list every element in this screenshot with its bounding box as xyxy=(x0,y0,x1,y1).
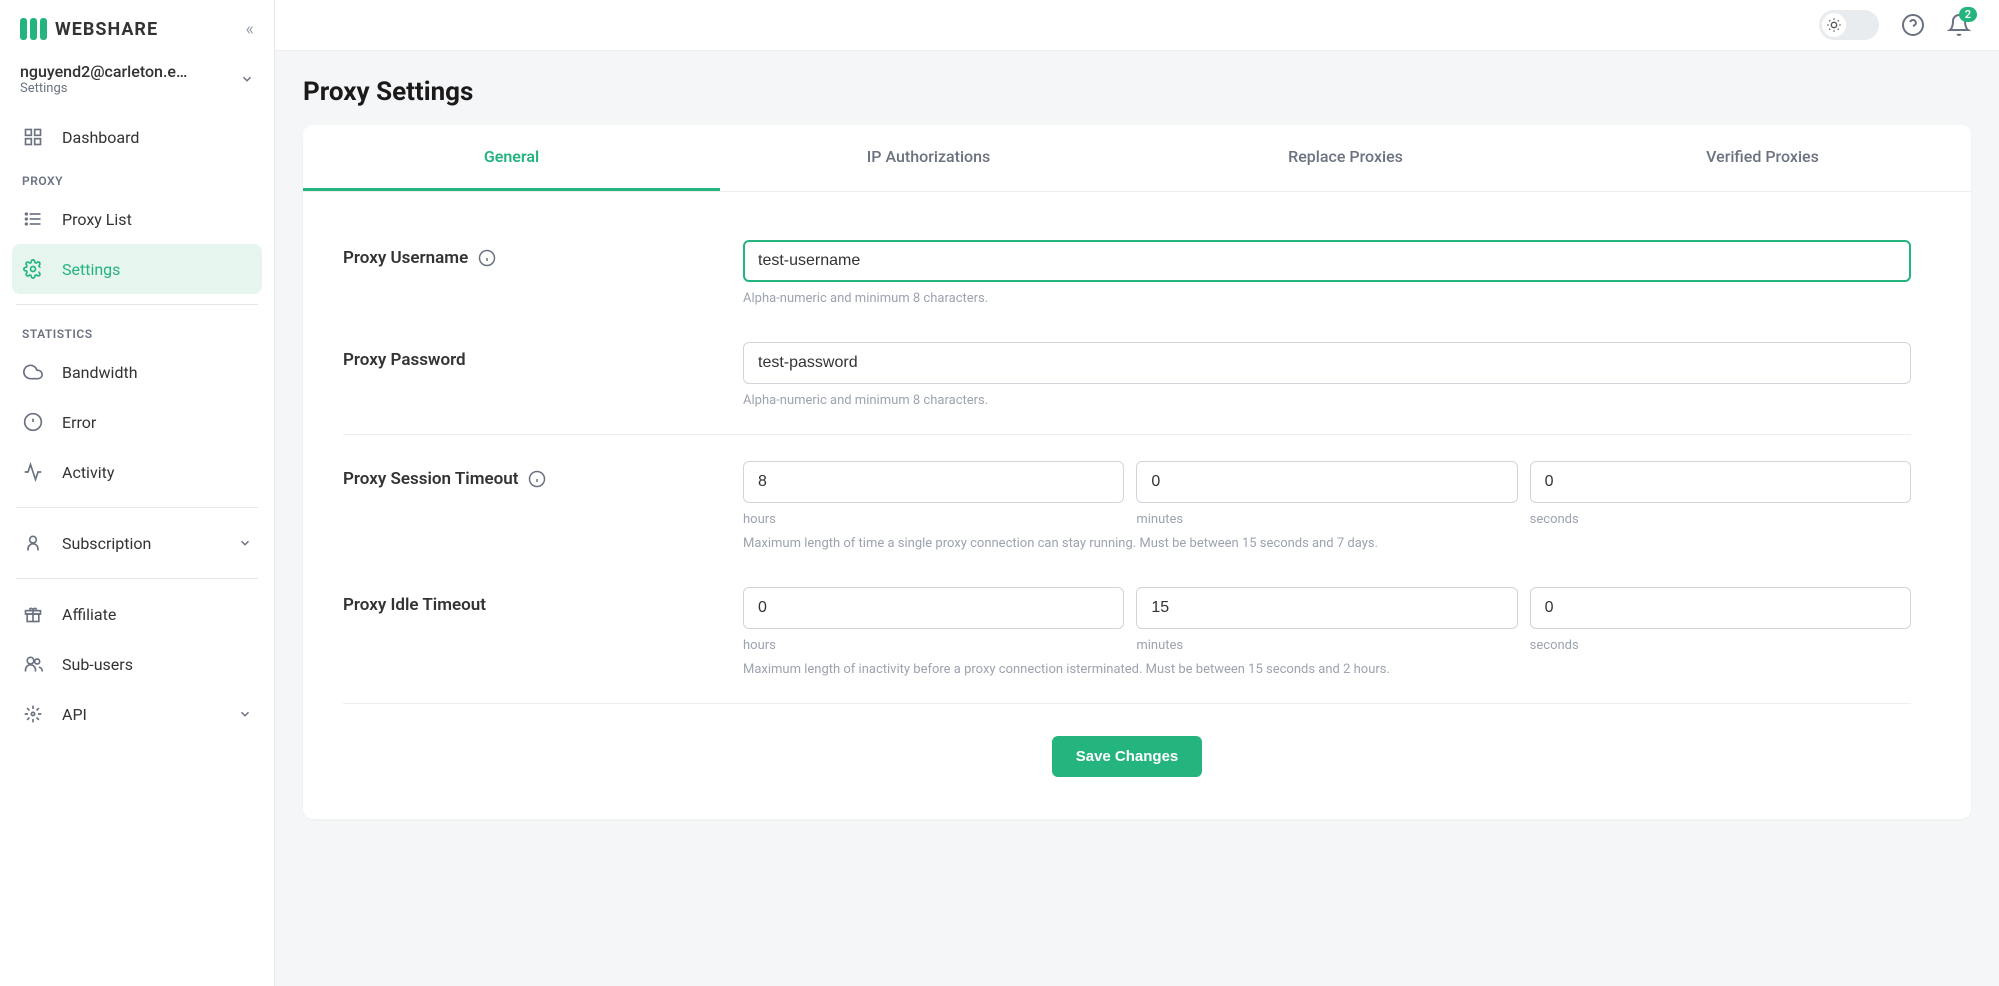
notifications-count: 2 xyxy=(1959,7,1977,22)
proxy-password-input[interactable] xyxy=(743,342,1911,384)
helper-password: Alpha-numeric and minimum 8 characters. xyxy=(743,393,1911,408)
sidebar-item-error[interactable]: Error xyxy=(12,397,262,447)
divider xyxy=(16,507,258,508)
user-menu[interactable]: nguyend2@carleton.e… Settings xyxy=(12,54,262,112)
unit-hours: hours xyxy=(743,638,1124,653)
row-session-timeout: Proxy Session Timeout hours xyxy=(343,443,1911,569)
sidebar-item-label: API xyxy=(62,705,87,724)
tabs: General IP Authorizations Replace Proxie… xyxy=(303,125,1971,192)
activity-icon xyxy=(22,461,44,483)
section-proxy: PROXY xyxy=(12,162,262,194)
row-username: Proxy Username Alpha-numeric and minimum… xyxy=(343,222,1911,324)
logo-icon xyxy=(20,18,47,40)
idle-minutes-input[interactable] xyxy=(1136,587,1517,629)
brand-logo: WEBSHARE xyxy=(20,18,158,40)
user-subtitle: Settings xyxy=(20,81,187,96)
divider xyxy=(16,304,258,305)
sidebar-item-subscription[interactable]: Subscription xyxy=(12,518,262,568)
sidebar-item-label: Activity xyxy=(62,463,114,482)
dashboard-icon xyxy=(22,126,44,148)
unit-seconds: seconds xyxy=(1530,638,1911,653)
user-icon xyxy=(22,532,44,554)
notifications-icon[interactable]: 2 xyxy=(1947,13,1971,37)
tab-verified-proxies[interactable]: Verified Proxies xyxy=(1554,125,1971,191)
info-icon[interactable] xyxy=(478,249,496,267)
info-icon[interactable] xyxy=(528,470,546,488)
divider xyxy=(343,703,1911,704)
sidebar-item-label: Affiliate xyxy=(62,605,116,624)
chevron-down-icon xyxy=(238,536,252,550)
session-minutes-input[interactable] xyxy=(1136,461,1517,503)
topbar: 2 xyxy=(275,0,1999,51)
sidebar-item-api[interactable]: API xyxy=(12,689,262,739)
content: Proxy Settings General IP Authorizations… xyxy=(275,51,1999,845)
gift-icon xyxy=(22,603,44,625)
form-actions: Save Changes xyxy=(343,712,1911,789)
api-icon xyxy=(22,703,44,725)
label-password: Proxy Password xyxy=(343,350,466,370)
chevron-down-icon xyxy=(240,72,254,86)
proxy-username-input[interactable] xyxy=(743,240,1911,282)
label-session-timeout: Proxy Session Timeout xyxy=(343,469,518,489)
helper-session: Maximum length of time a single proxy co… xyxy=(743,536,1911,551)
sidebar-item-settings[interactable]: Settings xyxy=(12,244,262,294)
logo-row: WEBSHARE « xyxy=(12,14,262,54)
help-icon[interactable] xyxy=(1901,13,1925,37)
tab-general[interactable]: General xyxy=(303,125,720,191)
sidebar-item-label: Settings xyxy=(62,260,120,279)
list-icon xyxy=(22,208,44,230)
tab-replace-proxies[interactable]: Replace Proxies xyxy=(1137,125,1554,191)
sidebar-item-label: Sub-users xyxy=(62,655,133,674)
page-title: Proxy Settings xyxy=(303,77,1971,107)
label-idle-timeout: Proxy Idle Timeout xyxy=(343,595,486,615)
user-email: nguyend2@carleton.e… xyxy=(20,62,187,81)
sidebar-item-label: Subscription xyxy=(62,534,151,553)
theme-toggle[interactable] xyxy=(1819,10,1879,40)
sidebar-item-bandwidth[interactable]: Bandwidth xyxy=(12,347,262,397)
sidebar-item-activity[interactable]: Activity xyxy=(12,447,262,497)
sidebar-item-label: Bandwidth xyxy=(62,363,138,382)
gear-icon xyxy=(22,258,44,280)
settings-card: General IP Authorizations Replace Proxie… xyxy=(303,125,1971,819)
helper-username: Alpha-numeric and minimum 8 characters. xyxy=(743,291,1911,306)
main: 2 Proxy Settings General IP Authorizatio… xyxy=(275,0,1999,986)
save-button[interactable]: Save Changes xyxy=(1052,736,1203,777)
unit-hours: hours xyxy=(743,512,1124,527)
idle-seconds-input[interactable] xyxy=(1530,587,1911,629)
session-seconds-input[interactable] xyxy=(1530,461,1911,503)
unit-seconds: seconds xyxy=(1530,512,1911,527)
sidebar-item-affiliate[interactable]: Affiliate xyxy=(12,589,262,639)
idle-hours-input[interactable] xyxy=(743,587,1124,629)
sidebar-item-subusers[interactable]: Sub-users xyxy=(12,639,262,689)
unit-minutes: minutes xyxy=(1136,638,1517,653)
row-idle-timeout: Proxy Idle Timeout hours minutes xyxy=(343,569,1911,695)
sidebar-item-dashboard[interactable]: Dashboard xyxy=(12,112,262,162)
sun-icon xyxy=(1822,13,1846,37)
sidebar-collapse-icon[interactable]: « xyxy=(246,19,254,40)
divider xyxy=(343,434,1911,435)
divider xyxy=(16,578,258,579)
sidebar-item-proxy-list[interactable]: Proxy List xyxy=(12,194,262,244)
label-username: Proxy Username xyxy=(343,248,468,268)
chevron-down-icon xyxy=(238,707,252,721)
row-password: Proxy Password Alpha-numeric and minimum… xyxy=(343,324,1911,426)
sidebar: WEBSHARE « nguyend2@carleton.e… Settings… xyxy=(0,0,275,986)
alert-icon xyxy=(22,411,44,433)
brand-name: WEBSHARE xyxy=(55,19,158,40)
sidebar-item-label: Dashboard xyxy=(62,128,139,147)
sidebar-item-label: Error xyxy=(62,413,96,432)
section-statistics: STATISTICS xyxy=(12,315,262,347)
helper-idle: Maximum length of inactivity before a pr… xyxy=(743,662,1911,677)
sidebar-item-label: Proxy List xyxy=(62,210,132,229)
settings-form: Proxy Username Alpha-numeric and minimum… xyxy=(303,192,1971,819)
unit-minutes: minutes xyxy=(1136,512,1517,527)
users-icon xyxy=(22,653,44,675)
session-hours-input[interactable] xyxy=(743,461,1124,503)
tab-ip-authorizations[interactable]: IP Authorizations xyxy=(720,125,1137,191)
cloud-icon xyxy=(22,361,44,383)
